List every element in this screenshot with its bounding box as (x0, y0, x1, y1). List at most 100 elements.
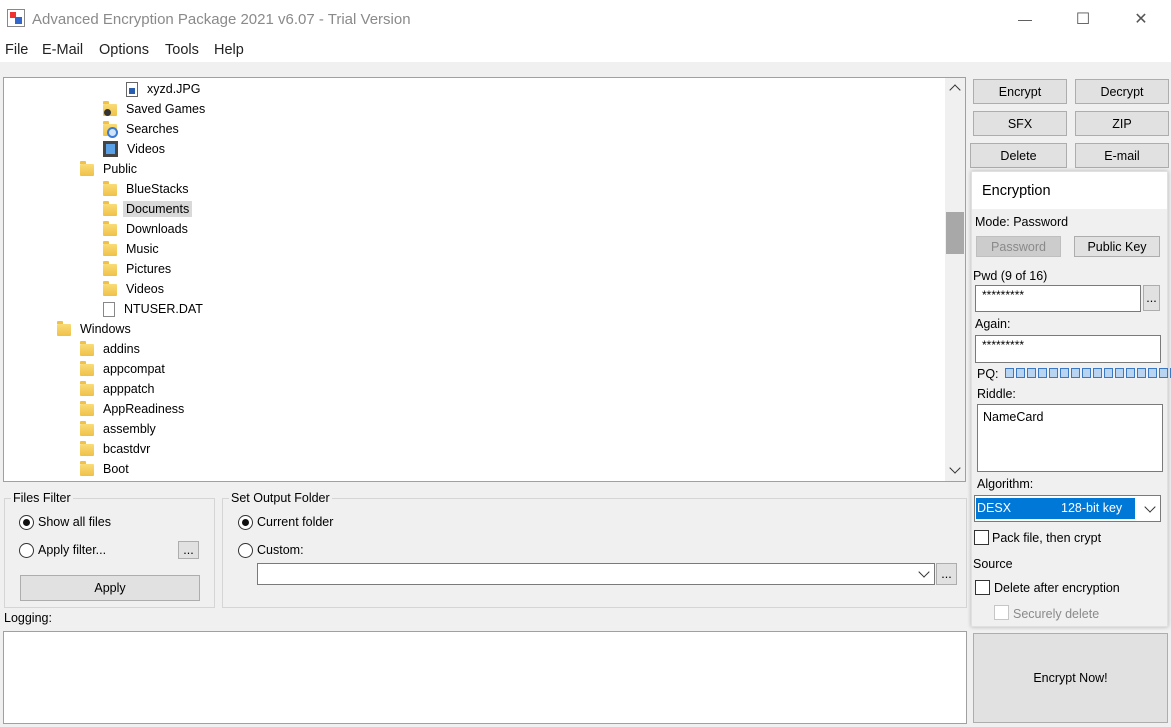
folder-icon (80, 341, 94, 356)
tree-item[interactable]: BlueStacks (103, 179, 192, 199)
password-mode-button[interactable]: Password (976, 236, 1061, 257)
encryption-title: Encryption (982, 183, 1051, 199)
folder-icon (80, 441, 94, 456)
pq-cell (1137, 368, 1146, 378)
maximize-button[interactable]: ☐ (1053, 0, 1113, 38)
searches-folder-icon (103, 121, 118, 138)
tree-item[interactable]: bcastdvr (80, 439, 153, 459)
password-browse-button[interactable]: ... (1143, 285, 1160, 311)
zip-button[interactable]: ZIP (1075, 111, 1169, 136)
delete-after-label: Delete after encryption (994, 581, 1120, 595)
pq-cell (1027, 368, 1036, 378)
menu-options[interactable]: Options (99, 42, 149, 58)
encrypt-now-button[interactable]: Encrypt Now! (973, 633, 1168, 723)
tree-item[interactable]: Public (80, 159, 140, 179)
saved-games-folder-icon (103, 101, 117, 116)
folder-icon (80, 161, 94, 176)
menu-file[interactable]: File (5, 42, 28, 58)
delete-after-checkbox[interactable] (975, 580, 990, 595)
apply-button[interactable]: Apply (20, 575, 200, 601)
current-folder-radio[interactable] (238, 515, 253, 530)
close-icon: ✕ (1134, 11, 1148, 28)
apply-filter-radio[interactable] (19, 543, 34, 558)
tree-item[interactable]: xyzd.JPG (126, 79, 204, 99)
tree-item[interactable]: NTUSER.DAT (103, 299, 206, 319)
tree-item[interactable]: Boot (80, 459, 132, 479)
tree-item[interactable]: Videos (103, 139, 168, 159)
pq-label: PQ: (977, 367, 999, 381)
securely-delete-checkbox[interactable] (994, 605, 1009, 620)
tree-item[interactable]: AppReadiness (80, 399, 187, 419)
algorithm-key: 128-bit key (1061, 501, 1123, 515)
tree-item[interactable]: Music (103, 239, 162, 259)
mode-label: Mode: Password (975, 215, 1069, 229)
algorithm-select[interactable]: DESX 128-bit key (974, 495, 1161, 522)
show-all-radio[interactable] (19, 515, 34, 530)
folder-icon (80, 421, 94, 436)
pq-cell (1038, 368, 1047, 378)
tree-item[interactable]: Searches (103, 119, 182, 139)
close-button[interactable]: ✕ (1111, 0, 1171, 38)
tree-item[interactable]: appcompat (80, 359, 168, 379)
tree-item[interactable]: Downloads (103, 219, 191, 239)
password-field[interactable]: ********* (975, 285, 1141, 312)
folder-icon (103, 281, 117, 296)
tree-item-selected[interactable]: Documents (103, 199, 193, 219)
scroll-thumb[interactable] (946, 212, 964, 254)
pack-file-label: Pack file, then crypt (992, 531, 1102, 545)
menu-email[interactable]: E-Mail (42, 42, 83, 58)
again-label: Again: (975, 317, 1011, 331)
riddle-field[interactable]: NameCard (977, 404, 1163, 472)
minimize-button[interactable]: — (995, 0, 1055, 38)
riddle-value: NameCard (983, 410, 1044, 424)
maximize-icon: ☐ (1075, 11, 1091, 28)
tree-item[interactable]: Saved Games (103, 99, 208, 119)
pq-cell (1060, 368, 1069, 378)
scroll-up-icon[interactable] (945, 80, 965, 96)
folder-icon (57, 321, 71, 336)
folder-icon (80, 401, 94, 416)
show-all-label: Show all files (38, 515, 111, 529)
filter-browse-button[interactable]: ... (178, 541, 199, 559)
decrypt-button[interactable]: Decrypt (1075, 79, 1169, 104)
folder-icon (103, 181, 117, 196)
output-folder-title: Set Output Folder (229, 491, 332, 505)
file-tree[interactable]: xyzd.JPG Saved Games Searches Videos Pub… (3, 77, 966, 482)
app-icon (7, 9, 25, 27)
pq-cell (1104, 368, 1113, 378)
public-key-button[interactable]: Public Key (1074, 236, 1160, 257)
chevron-down-icon (1144, 501, 1156, 513)
tree-item[interactable]: assembly (80, 419, 159, 439)
pq-cell (1126, 368, 1135, 378)
custom-folder-radio[interactable] (238, 543, 253, 558)
pq-cell (1115, 368, 1124, 378)
tree-item[interactable]: Windows (57, 319, 134, 339)
output-folder-group: Set Output Folder (222, 491, 967, 608)
pack-file-checkbox[interactable] (974, 530, 989, 545)
pq-cell (1049, 368, 1058, 378)
password-quality-bar (1005, 368, 1171, 379)
again-field[interactable]: ********* (975, 335, 1161, 363)
sfx-button[interactable]: SFX (973, 111, 1067, 136)
custom-folder-combo[interactable] (257, 563, 935, 585)
encrypt-button[interactable]: Encrypt (973, 79, 1067, 104)
jpg-file-icon (126, 81, 138, 97)
tree-item[interactable]: Pictures (103, 259, 174, 279)
tree-scrollbar[interactable] (945, 78, 965, 481)
pq-cell (1093, 368, 1102, 378)
tree-item[interactable]: Videos (103, 279, 167, 299)
minimize-icon: — (1018, 11, 1032, 27)
tree-item[interactable]: apppatch (80, 379, 157, 399)
folder-icon (80, 461, 94, 476)
riddle-label: Riddle: (977, 387, 1016, 401)
logging-label: Logging: (4, 611, 52, 625)
email-button[interactable]: E-mail (1075, 143, 1169, 168)
logging-box[interactable] (3, 631, 967, 724)
file-icon (103, 301, 115, 317)
tree-item[interactable]: addins (80, 339, 143, 359)
scroll-down-icon[interactable] (945, 462, 965, 478)
menu-help[interactable]: Help (214, 42, 244, 58)
output-browse-button[interactable]: ... (936, 563, 957, 585)
menu-tools[interactable]: Tools (165, 42, 199, 58)
delete-button[interactable]: Delete (970, 143, 1067, 168)
